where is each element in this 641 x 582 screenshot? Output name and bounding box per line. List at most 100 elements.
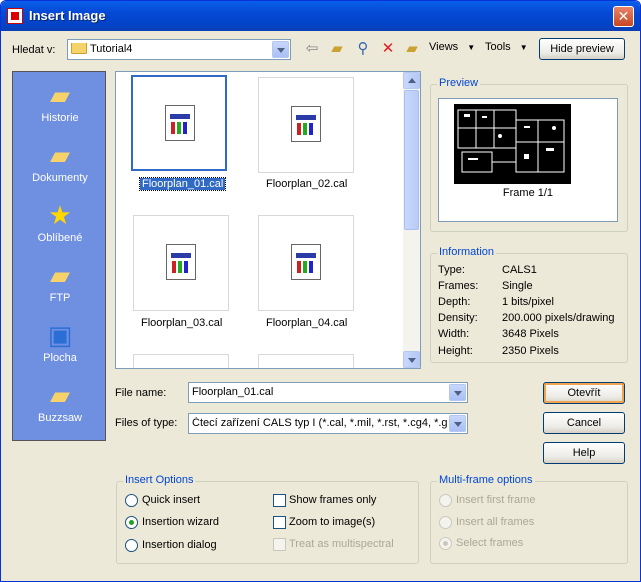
- file-thumb-floorplan-02[interactable]: [258, 77, 354, 173]
- file-thumb-partial[interactable]: [258, 354, 354, 368]
- tools-dropdown-icon: ▼: [519, 43, 528, 52]
- insert-options-group: Insert Options Quick insert Insertion wi…: [116, 474, 419, 564]
- insert-all-frames-label: Insert all frames: [456, 516, 535, 528]
- info-value: CALS1: [502, 264, 537, 276]
- tools-menu[interactable]: Tools ▼: [485, 41, 528, 53]
- views-label: Views: [429, 41, 459, 53]
- info-row-height: Height: 2350 Pixels: [438, 345, 559, 357]
- place-historie[interactable]: ▰ Historie: [13, 80, 107, 124]
- insertion-wizard-label[interactable]: Insertion wizard: [142, 516, 219, 528]
- places-bar: ▰ Historie ▰ Dokumenty ★ Oblíbené ▰ FTP …: [12, 71, 106, 441]
- chevron-down-icon[interactable]: [272, 41, 289, 58]
- desktop-icon: ▣: [47, 320, 73, 350]
- views-menu[interactable]: Views ▼: [429, 41, 475, 53]
- new-folder-icon[interactable]: ▰: [403, 40, 421, 58]
- information-group: Information Type: CALS1 Frames: Single Dep…: [430, 246, 628, 363]
- multiframe-options-group: Multi-frame options Insert first frame I…: [430, 474, 628, 564]
- filename-value: Floorplan_01.cal: [192, 386, 274, 398]
- image-file-icon: [291, 106, 321, 142]
- filetype-combo[interactable]: Čtecí zařízení CALS typ I (*.cal, *.mil,…: [188, 413, 468, 434]
- info-value: 1 bits/pixel: [502, 296, 554, 308]
- place-ftp[interactable]: ▰ FTP: [13, 260, 107, 304]
- multiframe-title: Multi-frame options: [437, 474, 535, 486]
- place-label: FTP: [49, 292, 71, 304]
- place-dokumenty[interactable]: ▰ Dokumenty: [13, 140, 107, 184]
- file-thumb-floorplan-01[interactable]: [131, 75, 227, 171]
- lookin-combo[interactable]: Tutorial4: [67, 39, 291, 60]
- file-thumb-floorplan-03[interactable]: [133, 215, 229, 311]
- tools-label: Tools: [485, 41, 511, 53]
- insert-options-title: Insert Options: [123, 474, 196, 486]
- file-name-floorplan-02[interactable]: Floorplan_02.cal: [266, 178, 347, 190]
- file-name-floorplan-04[interactable]: Floorplan_04.cal: [266, 317, 347, 329]
- close-icon: ✕: [617, 8, 630, 24]
- search-icon[interactable]: ⚲: [354, 40, 372, 58]
- zoom-to-images-checkbox[interactable]: [273, 516, 286, 529]
- insert-first-frame-radio: [439, 494, 452, 507]
- chevron-down-icon[interactable]: [449, 384, 466, 401]
- place-oblibene[interactable]: ★ Oblíbené: [13, 200, 107, 244]
- ftp-icon: ▰: [50, 260, 70, 290]
- preview-caption: Frame 1/1: [502, 187, 554, 199]
- file-thumb-partial[interactable]: [133, 354, 229, 368]
- quick-insert-radio[interactable]: [125, 494, 138, 507]
- info-value: 2350 Pixels: [502, 345, 559, 357]
- insertion-dialog-label[interactable]: Insertion dialog: [142, 539, 217, 551]
- title-bar[interactable]: Insert Image ✕: [1, 1, 640, 31]
- documents-folder-icon: ▰: [50, 140, 70, 170]
- up-folder-icon[interactable]: ▰: [328, 40, 346, 58]
- show-frames-only-checkbox[interactable]: [273, 494, 286, 507]
- back-arrow-icon[interactable]: ⇦: [303, 40, 321, 58]
- info-key: Type:: [438, 264, 465, 276]
- close-button[interactable]: ✕: [613, 6, 634, 27]
- chevron-down-icon[interactable]: [449, 415, 466, 432]
- info-row-depth: Depth: 1 bits/pixel: [438, 296, 554, 308]
- info-value: Single: [502, 280, 533, 292]
- help-button[interactable]: Help: [543, 442, 625, 464]
- scroll-thumb[interactable]: [404, 90, 419, 230]
- image-file-icon: [291, 244, 321, 280]
- file-name-floorplan-01[interactable]: Floorplan_01.cal: [138, 177, 227, 191]
- cancel-button[interactable]: Cancel: [543, 412, 625, 434]
- open-button[interactable]: Otevřít: [543, 382, 625, 404]
- views-dropdown-icon: ▼: [467, 43, 476, 52]
- quick-insert-label[interactable]: Quick insert: [142, 494, 200, 506]
- place-label: Oblíbené: [37, 232, 83, 244]
- buzzsaw-icon: ▰: [50, 380, 70, 410]
- treat-multispectral-checkbox: [273, 538, 286, 551]
- select-frames-radio: [439, 537, 452, 550]
- image-file-icon: [166, 244, 196, 280]
- info-key: Density:: [438, 312, 478, 324]
- zoom-to-images-label[interactable]: Zoom to image(s): [289, 516, 375, 528]
- place-plocha[interactable]: ▣ Plocha: [13, 320, 107, 364]
- place-label: Buzzsaw: [37, 412, 83, 424]
- place-label: Plocha: [43, 352, 77, 364]
- preview-group: Preview Frame 1/1: [430, 77, 628, 232]
- place-buzzsaw[interactable]: ▰ Buzzsaw: [13, 380, 107, 424]
- scroll-down-icon[interactable]: [403, 351, 420, 368]
- file-list[interactable]: Floorplan_01.cal Floorplan_02.cal Floorp…: [115, 71, 421, 369]
- delete-icon[interactable]: ✕: [379, 40, 397, 58]
- insertion-dialog-radio[interactable]: [125, 539, 138, 552]
- history-folder-icon: ▰: [50, 80, 70, 110]
- preview-title: Preview: [437, 77, 481, 89]
- place-label: Dokumenty: [32, 172, 88, 184]
- file-thumb-floorplan-04[interactable]: [258, 215, 354, 311]
- insertion-wizard-radio[interactable]: [125, 516, 138, 529]
- hide-preview-button[interactable]: Hide preview: [539, 38, 625, 60]
- scroll-up-icon[interactable]: [403, 72, 420, 89]
- info-key: Depth:: [438, 296, 471, 308]
- info-key: Width:: [438, 328, 470, 340]
- dialog-title: Insert Image: [29, 8, 106, 23]
- info-row-frames: Frames: Single: [438, 280, 533, 292]
- filetype-value: Čtecí zařízení CALS typ I (*.cal, *.mil,…: [192, 417, 447, 429]
- show-frames-only-label[interactable]: Show frames only: [289, 494, 376, 506]
- filename-label: File name:: [115, 387, 167, 399]
- lookin-label: Hledat v:: [12, 44, 56, 56]
- file-name-floorplan-03[interactable]: Floorplan_03.cal: [141, 317, 222, 329]
- folder-icon: [71, 43, 87, 55]
- info-row-density: Density: 200.000 pixels/drawing: [438, 312, 615, 324]
- filename-combo[interactable]: Floorplan_01.cal: [188, 382, 468, 403]
- info-value: 3648 Pixels: [502, 328, 559, 340]
- file-list-scrollbar[interactable]: [403, 72, 420, 368]
